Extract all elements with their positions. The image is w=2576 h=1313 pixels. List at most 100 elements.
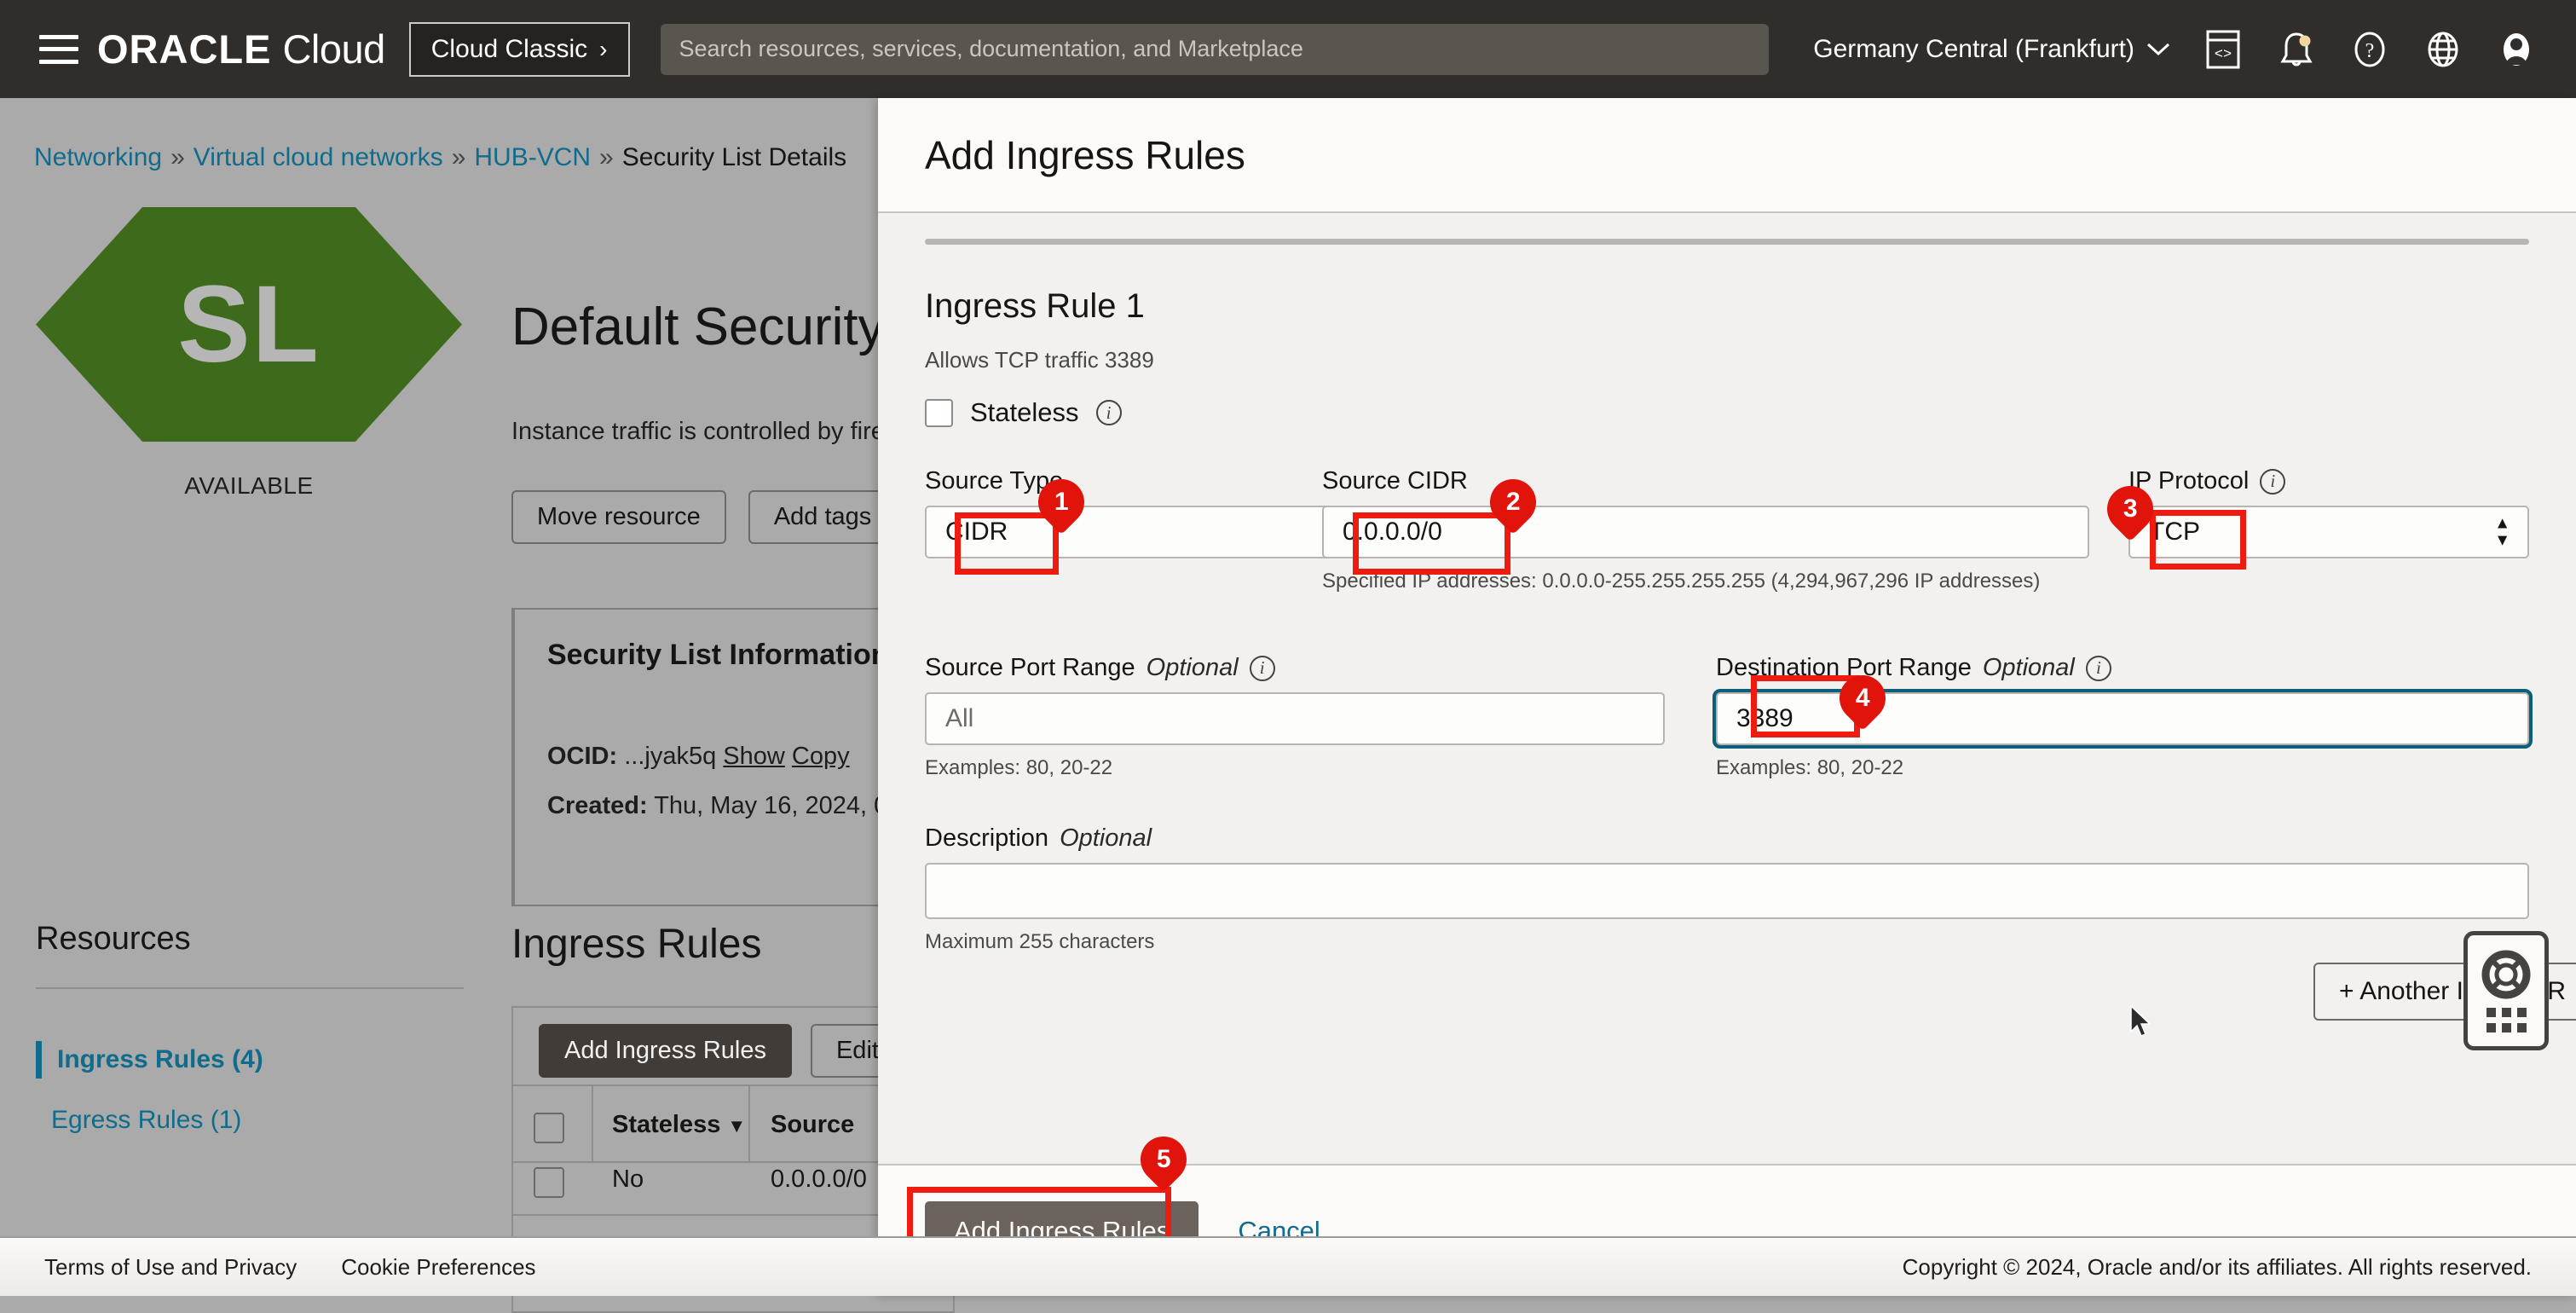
- source-port-range-field: Source Port Range Optional i All Example…: [925, 654, 1665, 780]
- sidebar-item-egress-rules[interactable]: Egress Rules (1): [36, 1106, 241, 1135]
- source-type-select[interactable]: CIDR ▲▼: [925, 506, 1370, 558]
- optional-tag: Optional: [1060, 824, 1152, 853]
- cloud-shell-icon[interactable]: <>: [2203, 29, 2244, 70]
- move-resource-button[interactable]: Move resource: [511, 490, 726, 544]
- breadcrumb-item-vcns[interactable]: Virtual cloud networks: [193, 143, 443, 171]
- ocid-show-link[interactable]: Show: [723, 743, 785, 770]
- resources-heading: Resources: [36, 921, 191, 957]
- source-port-range-input[interactable]: All: [925, 692, 1665, 745]
- add-tags-button[interactable]: Add tags: [748, 490, 897, 544]
- cloud-classic-label: Cloud Classic: [431, 35, 587, 64]
- oracle-wordmark: ORACLE: [97, 26, 271, 72]
- destination-port-range-value: 3389: [1736, 704, 1793, 733]
- panel-progress-divider: [925, 239, 2529, 245]
- panel-body: Ingress Rule 1 Allows TCP traffic 3389 S…: [878, 215, 2576, 1164]
- ocid-label: OCID:: [547, 743, 617, 770]
- drag-dots-handle[interactable]: [2486, 1008, 2527, 1032]
- info-icon[interactable]: i: [1250, 656, 1275, 681]
- ip-protocol-field: IP Protocol i TCP ▲▼: [2128, 467, 2529, 558]
- hamburger-menu-icon[interactable]: [39, 35, 78, 64]
- global-search-bar[interactable]: [661, 24, 1769, 75]
- info-icon[interactable]: i: [1096, 400, 1122, 425]
- sidebar-item-label: Egress Rules (1): [51, 1106, 241, 1134]
- table-column-divider: [748, 1085, 750, 1163]
- breadcrumb-item-current: Security List Details: [622, 143, 846, 171]
- user-avatar-icon[interactable]: [2496, 29, 2537, 70]
- help-support-widget[interactable]: [2463, 931, 2549, 1050]
- description-input[interactable]: [925, 863, 2529, 919]
- terms-of-use-link[interactable]: Terms of Use and Privacy: [44, 1254, 297, 1281]
- status-badge: AVAILABLE: [36, 472, 462, 500]
- row-checkbox[interactable]: [534, 1167, 564, 1198]
- ip-protocol-label: IP Protocol i: [2128, 467, 2529, 495]
- info-icon[interactable]: i: [2260, 469, 2285, 495]
- breadcrumb-item-networking[interactable]: Networking: [34, 143, 162, 171]
- cell-stateless: No: [612, 1166, 644, 1194]
- stateless-checkbox[interactable]: [925, 399, 953, 427]
- destination-port-range-input[interactable]: 3389: [1716, 692, 2529, 745]
- source-port-range-hint: Examples: 80, 20-22: [925, 756, 1665, 780]
- page-title: Default Security L: [511, 297, 928, 357]
- add-ingress-rules-table-button[interactable]: Add Ingress Rules: [539, 1024, 792, 1078]
- created-value: Thu, May 16, 2024, 0: [654, 792, 887, 819]
- info-icon[interactable]: i: [2086, 656, 2111, 681]
- source-port-range-placeholder: All: [945, 704, 973, 733]
- ingress-rules-heading: Ingress Rules: [511, 921, 761, 968]
- hexagon-badge: SL: [36, 207, 462, 442]
- resource-initials: SL: [177, 262, 321, 387]
- breadcrumb-item-hub-vcn[interactable]: HUB-VCN: [474, 143, 591, 171]
- stateless-row: Stateless i: [925, 397, 2576, 428]
- optional-tag: Optional: [1983, 654, 2075, 682]
- source-cidr-field: Source CIDR 0.0.0.0/0 Specified IP addre…: [1322, 467, 2089, 593]
- ocid-copy-link[interactable]: Copy: [792, 743, 850, 770]
- created-label: Created:: [547, 792, 648, 819]
- cell-source: 0.0.0.0/0: [771, 1166, 867, 1194]
- breadcrumb-separator: »: [452, 143, 466, 171]
- panel-header: Add Ingress Rules: [878, 98, 2576, 213]
- source-cidr-value: 0.0.0.0/0: [1343, 518, 1442, 547]
- cookie-preferences-link[interactable]: Cookie Preferences: [341, 1254, 535, 1281]
- ip-protocol-select[interactable]: TCP ▲▼: [2128, 506, 2529, 558]
- chevron-down-icon: [2146, 42, 2170, 57]
- column-header-stateless[interactable]: Stateless ▼: [612, 1111, 746, 1139]
- top-navigation-bar: ORACLECloud Cloud Classic › Germany Cent…: [0, 0, 2576, 98]
- resources-divider: [36, 987, 464, 989]
- sort-caret-icon: ▼: [727, 1115, 746, 1137]
- stateless-label: Stateless: [970, 397, 1079, 428]
- resource-status-badge: SL AVAILABLE: [36, 207, 462, 500]
- source-type-value: CIDR: [945, 518, 1008, 547]
- notifications-bell-icon[interactable]: [2276, 29, 2317, 70]
- source-cidr-hint: Specified IP addresses: 0.0.0.0-255.255.…: [1322, 570, 2089, 593]
- description-label: Description Optional: [925, 824, 2529, 853]
- spinner-arrows-icon: ▲▼: [2494, 517, 2510, 547]
- svg-text:?: ?: [2365, 40, 2375, 62]
- help-question-icon[interactable]: ?: [2349, 29, 2390, 70]
- page-footer: Terms of Use and Privacy Cookie Preferen…: [0, 1236, 2576, 1296]
- ingress-rule-heading: Ingress Rule 1: [925, 287, 2576, 326]
- add-ingress-rules-panel: Add Ingress Rules Ingress Rule 1 Allows …: [878, 98, 2576, 1296]
- breadcrumb-separator: »: [599, 143, 614, 171]
- created-row: Created: Thu, May 16, 2024, 0: [547, 792, 887, 820]
- panel-title: Add Ingress Rules: [925, 132, 1245, 178]
- ingress-rule-summary: Allows TCP traffic 3389: [925, 347, 2576, 373]
- column-header-source[interactable]: Source: [771, 1111, 854, 1139]
- region-selector[interactable]: Germany Central (Frankfurt): [1813, 35, 2170, 64]
- chevron-right-icon: ›: [599, 36, 607, 63]
- sidebar-item-ingress-rules[interactable]: Ingress Rules (4): [36, 1041, 263, 1079]
- cloud-wordmark: Cloud: [282, 26, 384, 72]
- destination-port-range-label: Destination Port Range Optional i: [1716, 654, 2529, 682]
- source-cidr-input[interactable]: 0.0.0.0/0: [1322, 506, 2089, 558]
- rule-fields-row-2: Source Port Range Optional i All Example…: [925, 654, 2529, 782]
- search-input[interactable]: [679, 36, 1750, 62]
- destination-port-range-hint: Examples: 80, 20-22: [1716, 756, 2529, 780]
- life-ring-icon: [2481, 950, 2531, 999]
- language-globe-icon[interactable]: [2423, 29, 2463, 70]
- destination-port-range-field: Destination Port Range Optional i 3389 E…: [1716, 654, 2529, 780]
- rule-fields-row-1: Source Type CIDR ▲▼ Source CIDR 0.0.0.0/…: [925, 467, 2529, 616]
- description-hint: Maximum 255 characters: [925, 930, 2529, 954]
- select-all-checkbox[interactable]: [534, 1113, 564, 1143]
- cloud-classic-button[interactable]: Cloud Classic ›: [409, 22, 630, 77]
- table-column-divider: [592, 1085, 593, 1163]
- optional-tag: Optional: [1146, 654, 1239, 682]
- oracle-cloud-logo[interactable]: ORACLECloud: [97, 26, 385, 72]
